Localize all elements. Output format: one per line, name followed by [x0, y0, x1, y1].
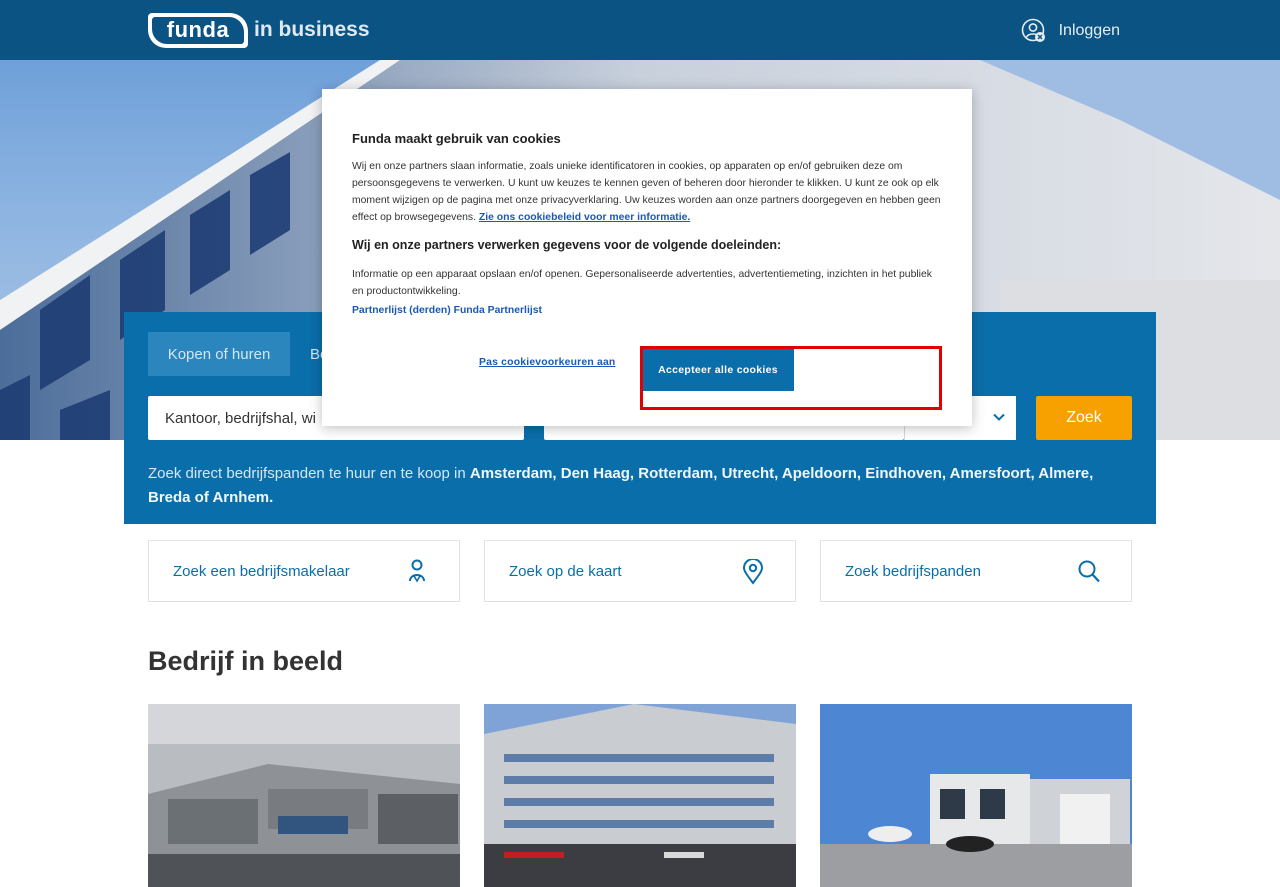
logo-badge: funda: [148, 12, 248, 48]
photo-industrial-estate[interactable]: [148, 704, 460, 887]
direct-search-text: Zoek direct bedrijfspanden te huur en te…: [148, 462, 1138, 510]
map-pin-icon: [742, 559, 764, 585]
logo-suffix-text: in business: [254, 18, 370, 41]
person-pin-icon: [409, 559, 425, 583]
login-button[interactable]: Inloggen: [1021, 18, 1120, 44]
tab-kopen-huren[interactable]: Kopen of huren: [148, 332, 290, 376]
section-title: Bedrijf in beeld: [148, 646, 344, 676]
cookie-purposes: Informatie op een apparaat opslaan en/of…: [352, 269, 932, 297]
search-button[interactable]: Zoek: [1036, 396, 1132, 440]
quicklink-makelaar-label: Zoek een bedrijfsmakelaar: [173, 562, 350, 580]
login-label: Inloggen: [1058, 22, 1120, 39]
photo-office-building[interactable]: [484, 704, 796, 887]
highlight-box: [640, 346, 942, 410]
cookie-subtitle: Wij en onze partners verwerken gegevens …: [352, 238, 782, 252]
funda-logo[interactable]: funda in business: [148, 12, 370, 48]
quicklink-kaart[interactable]: Zoek op de kaart: [484, 540, 796, 602]
quicklink-bedrijfspanden-label: Zoek bedrijfspanden: [845, 562, 981, 580]
quicklink-bedrijfspanden[interactable]: Zoek bedrijfspanden: [820, 540, 1132, 602]
cookie-policy-link[interactable]: Zie ons cookiebeleid voor meer informati…: [479, 212, 690, 223]
user-icon: [1021, 18, 1045, 42]
partner-list-link[interactable]: Partnerlijst (derden) Funda Partnerlijst: [352, 305, 542, 316]
quicklink-makelaar[interactable]: Zoek een bedrijfsmakelaar: [148, 540, 460, 602]
logo-main-text: funda: [166, 17, 230, 42]
quicklink-kaart-label: Zoek op de kaart: [509, 562, 622, 580]
site-header: funda in business Inloggen: [0, 0, 1280, 60]
cookie-body: Wij en onze partners slaan informatie, z…: [352, 158, 944, 226]
search-icon: [1078, 560, 1100, 583]
photo-business-unit[interactable]: [820, 704, 1132, 887]
cookie-title: Funda maakt gebruik van cookies: [352, 131, 561, 146]
chevron-down-icon: [993, 413, 1005, 421]
cookie-preferences-button[interactable]: Pas cookievoorkeuren aan: [479, 357, 615, 368]
direct-intro: Zoek direct bedrijfspanden te huur en te…: [148, 465, 470, 482]
